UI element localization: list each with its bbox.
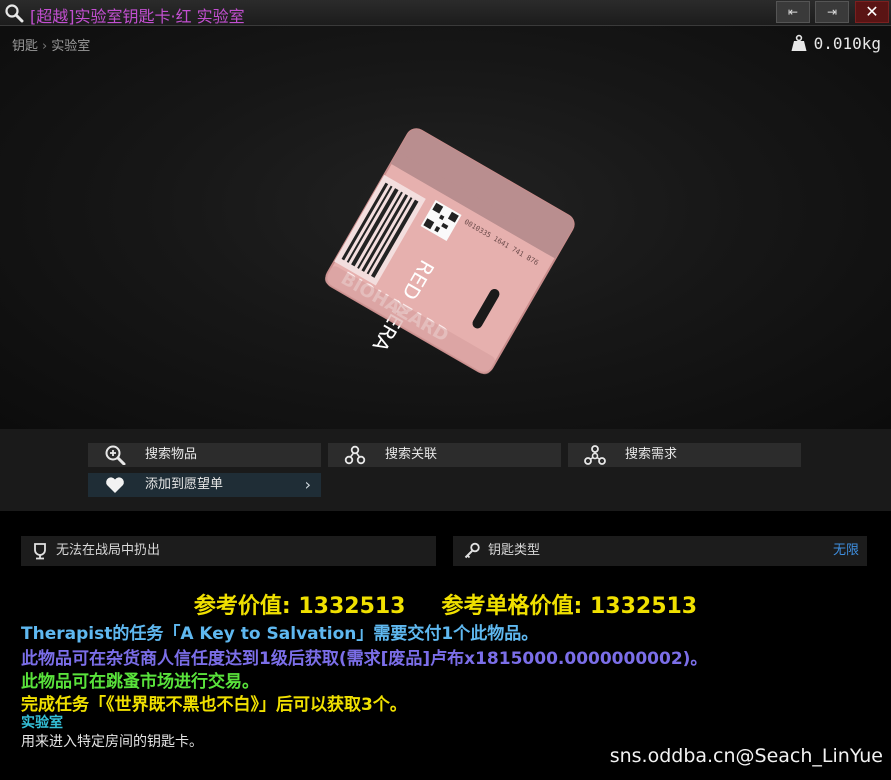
breadcrumb-category[interactable]: 钥匙 <box>12 39 38 54</box>
quest-requirement-text: Therapist的任务「A Key to Salvation」需要交付1个此物… <box>21 624 539 644</box>
title-bar: [超越]实验室钥匙卡·红 实验室 ⇤ ⇥ ✕ <box>0 0 891 26</box>
weight-value: 0.010kg <box>813 34 881 53</box>
tree-nodes-icon <box>584 445 606 465</box>
close-button[interactable]: ✕ <box>855 1 889 23</box>
quest-reward-text: 完成任务「《世界既不黑也不白》」后可以获取3个。 <box>21 695 407 715</box>
search-icon[interactable] <box>4 3 24 23</box>
key-type-label: 钥匙类型 <box>488 543 541 558</box>
flea-market-text: 此物品可在跳蚤市场进行交易。 <box>21 672 259 692</box>
search-related-label: 搜索关联 <box>385 447 438 462</box>
no-extract-icon <box>34 543 46 560</box>
window-title: [超越]实验室钥匙卡·红 实验室 <box>30 7 245 26</box>
no-extract-label: 无法在战局中扔出 <box>56 543 161 558</box>
breadcrumb-separator: › <box>42 39 48 54</box>
key-type-row: 钥匙类型 无限 <box>453 536 867 566</box>
next-item-button[interactable]: ⇥ <box>815 1 849 23</box>
watermark: sns.oddba.cn@Seach_LinYue <box>609 745 883 767</box>
action-bar: 搜索物品 搜索关联 搜索需求 添加到愿望单 › <box>0 429 891 511</box>
search-related-button[interactable]: 搜索关联 <box>328 443 561 467</box>
add-to-wishlist-label: 添加到愿望单 <box>145 477 224 492</box>
reference-slot-value: 参考单格价值: 1332513 <box>441 594 698 619</box>
no-extract-row: 无法在战局中扔出 <box>21 536 436 566</box>
weight-icon <box>791 34 807 51</box>
search-items-label: 搜索物品 <box>145 447 198 462</box>
breadcrumb-subcategory[interactable]: 实验室 <box>51 39 90 54</box>
breadcrumb: 钥匙 › 实验室 <box>12 35 90 54</box>
chevron-right-icon: › <box>304 475 311 494</box>
zoom-search-icon <box>105 445 126 465</box>
keycard-image: 0010335 1641 741 876 RED AERA BIOHAZARD <box>324 128 575 375</box>
search-requirements-label: 搜索需求 <box>625 447 678 462</box>
item-weight: 0.010kg <box>790 34 881 53</box>
item-preview: 钥匙 › 实验室 0.010kg 0010335 1641 741 876 <box>0 26 891 429</box>
key-type-value: 无限 <box>832 543 859 558</box>
key-icon <box>464 542 480 559</box>
link-nodes-icon <box>344 445 366 465</box>
prev-item-button[interactable]: ⇤ <box>776 1 810 23</box>
reference-value: 参考价值: 1332513 <box>193 594 406 619</box>
heart-icon <box>106 477 124 493</box>
search-requirements-button[interactable]: 搜索需求 <box>568 443 801 467</box>
location-label: 实验室 <box>21 715 63 731</box>
trader-availability-text: 此物品可在杂货商人信任度达到1级后获取(需求[废品]卢布x1815000.000… <box>21 649 708 669</box>
search-items-button[interactable]: 搜索物品 <box>88 443 321 467</box>
add-to-wishlist-button[interactable]: 添加到愿望单 › <box>88 473 321 497</box>
price-line: 参考价值: 1332513 参考单格价值: 1332513 <box>0 588 891 620</box>
item-description: 用来进入特定房间的钥匙卡。 <box>21 734 203 750</box>
